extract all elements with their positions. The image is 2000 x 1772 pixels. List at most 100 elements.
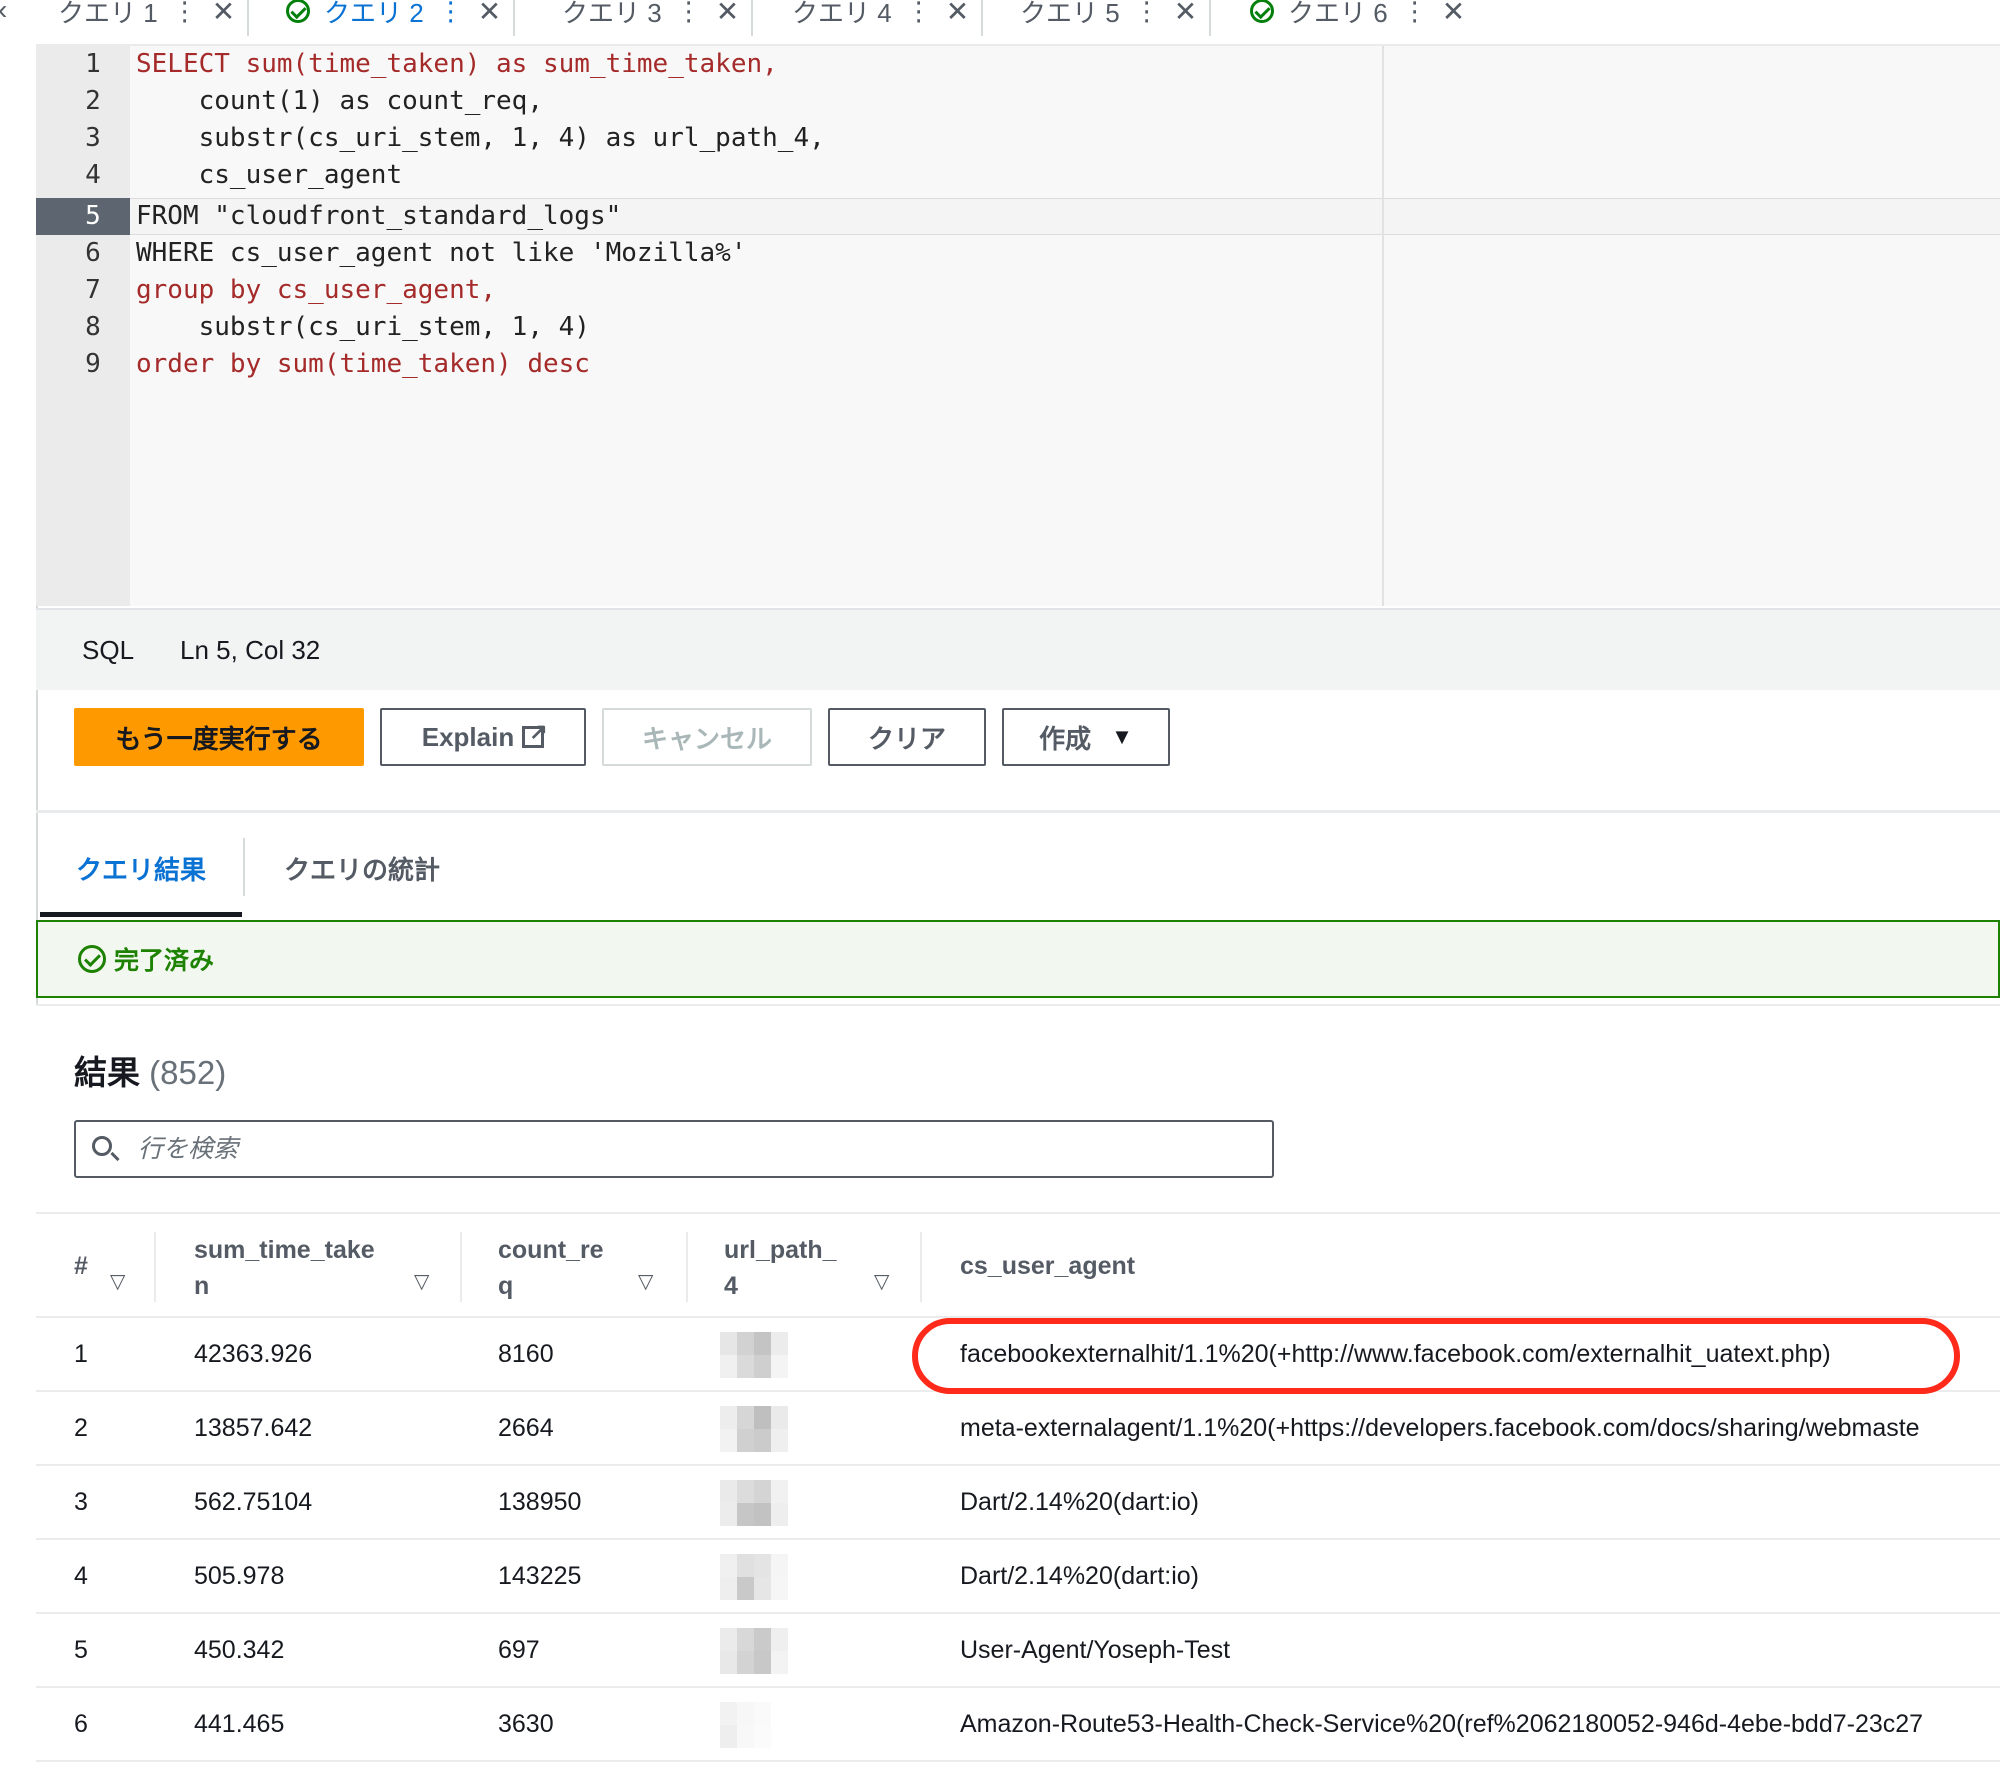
column-divider bbox=[460, 1232, 462, 1302]
tab-label: クエリ 5 bbox=[1020, 0, 1120, 28]
column-title-line: 4 bbox=[724, 1272, 738, 1300]
check-circle-icon bbox=[78, 945, 106, 973]
close-icon[interactable]: ✕ bbox=[716, 0, 739, 28]
tab-query-1[interactable]: クエリ 1 ⋮ ✕ bbox=[58, 0, 250, 42]
cell-sum-time-taken: 450.342 bbox=[194, 1636, 285, 1664]
create-dropdown-button[interactable]: 作成 ▼ bbox=[1002, 708, 1170, 766]
more-vertical-icon[interactable]: ⋮ bbox=[906, 0, 932, 27]
tab-query-3[interactable]: クエリ 3 ⋮ ✕ bbox=[562, 0, 754, 42]
table-header: # ▽ sum_time_take n ▽ count_re q ▽ url_p… bbox=[36, 1212, 2000, 1318]
cell-count-req: 3630 bbox=[498, 1710, 554, 1738]
check-circle-icon bbox=[1250, 0, 1274, 23]
line-number-current: 5 bbox=[36, 198, 130, 235]
tab-query-2[interactable]: クエリ 2 ⋮ ✕ bbox=[263, 0, 524, 50]
sort-icon[interactable]: ▽ bbox=[110, 1264, 125, 1300]
column-title-line: url_path_ bbox=[724, 1236, 837, 1264]
redacted-url-path bbox=[720, 1406, 788, 1452]
line-number: 8 bbox=[85, 312, 101, 342]
check-circle-icon bbox=[286, 0, 310, 23]
status-text: 完了済み bbox=[114, 947, 215, 975]
column-divider bbox=[686, 1232, 688, 1302]
cell-index: 6 bbox=[74, 1710, 88, 1738]
external-link-icon bbox=[522, 719, 548, 748]
clear-button[interactable]: クリア bbox=[828, 708, 986, 766]
create-label: 作成 bbox=[1039, 723, 1092, 754]
more-vertical-icon[interactable]: ⋮ bbox=[172, 0, 198, 27]
more-vertical-icon[interactable]: ⋮ bbox=[1402, 0, 1428, 27]
chevron-left-icon[interactable]: ‹ bbox=[0, 0, 7, 26]
tab-query-6[interactable]: クエリ 6 ⋮ ✕ bbox=[1250, 0, 1465, 42]
search-icon bbox=[92, 1136, 112, 1156]
cell-count-req: 2664 bbox=[498, 1414, 554, 1442]
column-header-index[interactable]: # bbox=[74, 1248, 88, 1284]
tab-query-5[interactable]: クエリ 5 ⋮ ✕ bbox=[1020, 0, 1212, 42]
results-panel: 結果 (852) # ▽ sum_time_take n ▽ count_re … bbox=[36, 1004, 2000, 1772]
code-line[interactable]: SELECT sum(time_taken) as sum_time_taken… bbox=[136, 46, 1420, 83]
code-line-current[interactable]: FROM "cloudfront_standard_logs" bbox=[136, 198, 1420, 235]
search-input[interactable] bbox=[136, 1133, 1240, 1165]
column-title-line: q bbox=[498, 1272, 514, 1300]
column-header-cs-user-agent[interactable]: cs_user_agent bbox=[960, 1248, 1135, 1284]
column-header-url-path-4[interactable]: url_path_ 4 bbox=[724, 1232, 837, 1304]
sort-icon[interactable]: ▽ bbox=[414, 1264, 429, 1300]
cancel-button[interactable]: キャンセル bbox=[602, 708, 812, 766]
line-number: 6 bbox=[85, 238, 101, 268]
code-line[interactable]: WHERE cs_user_agent not like 'Mozilla%' bbox=[136, 235, 1420, 272]
left-rail: ‹ bbox=[0, 0, 38, 1770]
close-icon[interactable]: ✕ bbox=[1174, 0, 1197, 28]
column-header-sum-time-taken[interactable]: sum_time_take n bbox=[194, 1232, 375, 1304]
tab-label: クエリ 1 bbox=[58, 0, 158, 28]
cell-sum-time-taken: 441.465 bbox=[194, 1710, 285, 1738]
table-row: 5 450.342 697 User-Agent/Yoseph-Test bbox=[36, 1614, 2000, 1688]
table-row: 1 42363.926 8160 facebookexternalhit/1.1… bbox=[36, 1318, 2000, 1392]
tab-label: クエリ 3 bbox=[562, 0, 662, 28]
close-icon[interactable]: ✕ bbox=[1442, 0, 1465, 28]
more-vertical-icon[interactable]: ⋮ bbox=[438, 0, 464, 27]
sort-icon[interactable]: ▽ bbox=[874, 1264, 889, 1300]
cell-index: 4 bbox=[74, 1562, 88, 1590]
column-divider bbox=[154, 1232, 156, 1302]
tab-label: クエリ 6 bbox=[1288, 0, 1388, 28]
sql-editor[interactable]: 1 2 3 4 5 6 7 8 9 SELECT sum(time_taken)… bbox=[36, 46, 2000, 606]
close-icon[interactable]: ✕ bbox=[946, 0, 969, 28]
line-number: 1 bbox=[85, 49, 101, 79]
table-row: 4 505.978 143225 Dart/2.14%20(dart:io) bbox=[36, 1540, 2000, 1614]
tab-query-4[interactable]: クエリ 4 ⋮ ✕ bbox=[792, 0, 984, 42]
tab-query-results[interactable]: クエリ結果 bbox=[76, 850, 206, 887]
close-icon[interactable]: ✕ bbox=[212, 0, 235, 28]
column-header-count-req[interactable]: count_re q bbox=[498, 1232, 604, 1304]
code-line[interactable]: cs_user_agent bbox=[136, 157, 1420, 194]
code-line[interactable]: substr(cs_uri_stem, 1, 4) as url_path_4, bbox=[136, 120, 1420, 157]
sort-icon[interactable]: ▽ bbox=[638, 1264, 653, 1300]
tab-label: クエリ 4 bbox=[792, 0, 892, 28]
line-number: 7 bbox=[85, 275, 101, 305]
cell-user-agent: Dart/2.14%20(dart:io) bbox=[960, 1562, 1200, 1590]
tab-query-stats[interactable]: クエリの統計 bbox=[284, 850, 440, 887]
cell-count-req: 138950 bbox=[498, 1488, 582, 1516]
cell-sum-time-taken: 42363.926 bbox=[194, 1340, 313, 1368]
divider bbox=[36, 810, 2000, 813]
tab-divider bbox=[981, 0, 984, 36]
code-line[interactable]: order by sum(time_taken) desc bbox=[136, 346, 1420, 383]
cell-sum-time-taken: 13857.642 bbox=[194, 1414, 313, 1442]
tab-divider bbox=[751, 0, 754, 36]
run-again-button[interactable]: もう一度実行する bbox=[74, 708, 364, 766]
more-vertical-icon[interactable]: ⋮ bbox=[1134, 0, 1160, 27]
code-line[interactable]: substr(cs_uri_stem, 1, 4) bbox=[136, 309, 1420, 346]
explain-button[interactable]: Explain bbox=[380, 708, 586, 766]
tab-divider bbox=[1209, 0, 1212, 36]
results-title: 結果 (852) bbox=[74, 1046, 226, 1094]
action-toolbar: もう一度実行する Explain キャンセル クリア 作成 ▼ bbox=[74, 708, 1170, 768]
cell-user-agent: Dart/2.14%20(dart:io) bbox=[960, 1488, 1200, 1516]
close-icon[interactable]: ✕ bbox=[478, 0, 501, 28]
column-title-line: n bbox=[194, 1272, 210, 1300]
more-vertical-icon[interactable]: ⋮ bbox=[676, 0, 702, 27]
query-tabs: クエリ 1 ⋮ ✕ クエリ 2 ⋮ ✕ クエリ 3 ⋮ ✕ クエリ 4 ⋮ ✕ … bbox=[36, 0, 2000, 50]
tab-label: クエリ 2 bbox=[324, 0, 424, 28]
code-line[interactable]: group by cs_user_agent, bbox=[136, 272, 1420, 309]
column-divider bbox=[920, 1232, 922, 1302]
code-line[interactable]: count(1) as count_req, bbox=[136, 83, 1420, 120]
line-number: 9 bbox=[85, 349, 101, 379]
line-number: 3 bbox=[85, 123, 101, 153]
cell-user-agent: meta-externalagent/1.1%20(+https://devel… bbox=[960, 1414, 1920, 1442]
